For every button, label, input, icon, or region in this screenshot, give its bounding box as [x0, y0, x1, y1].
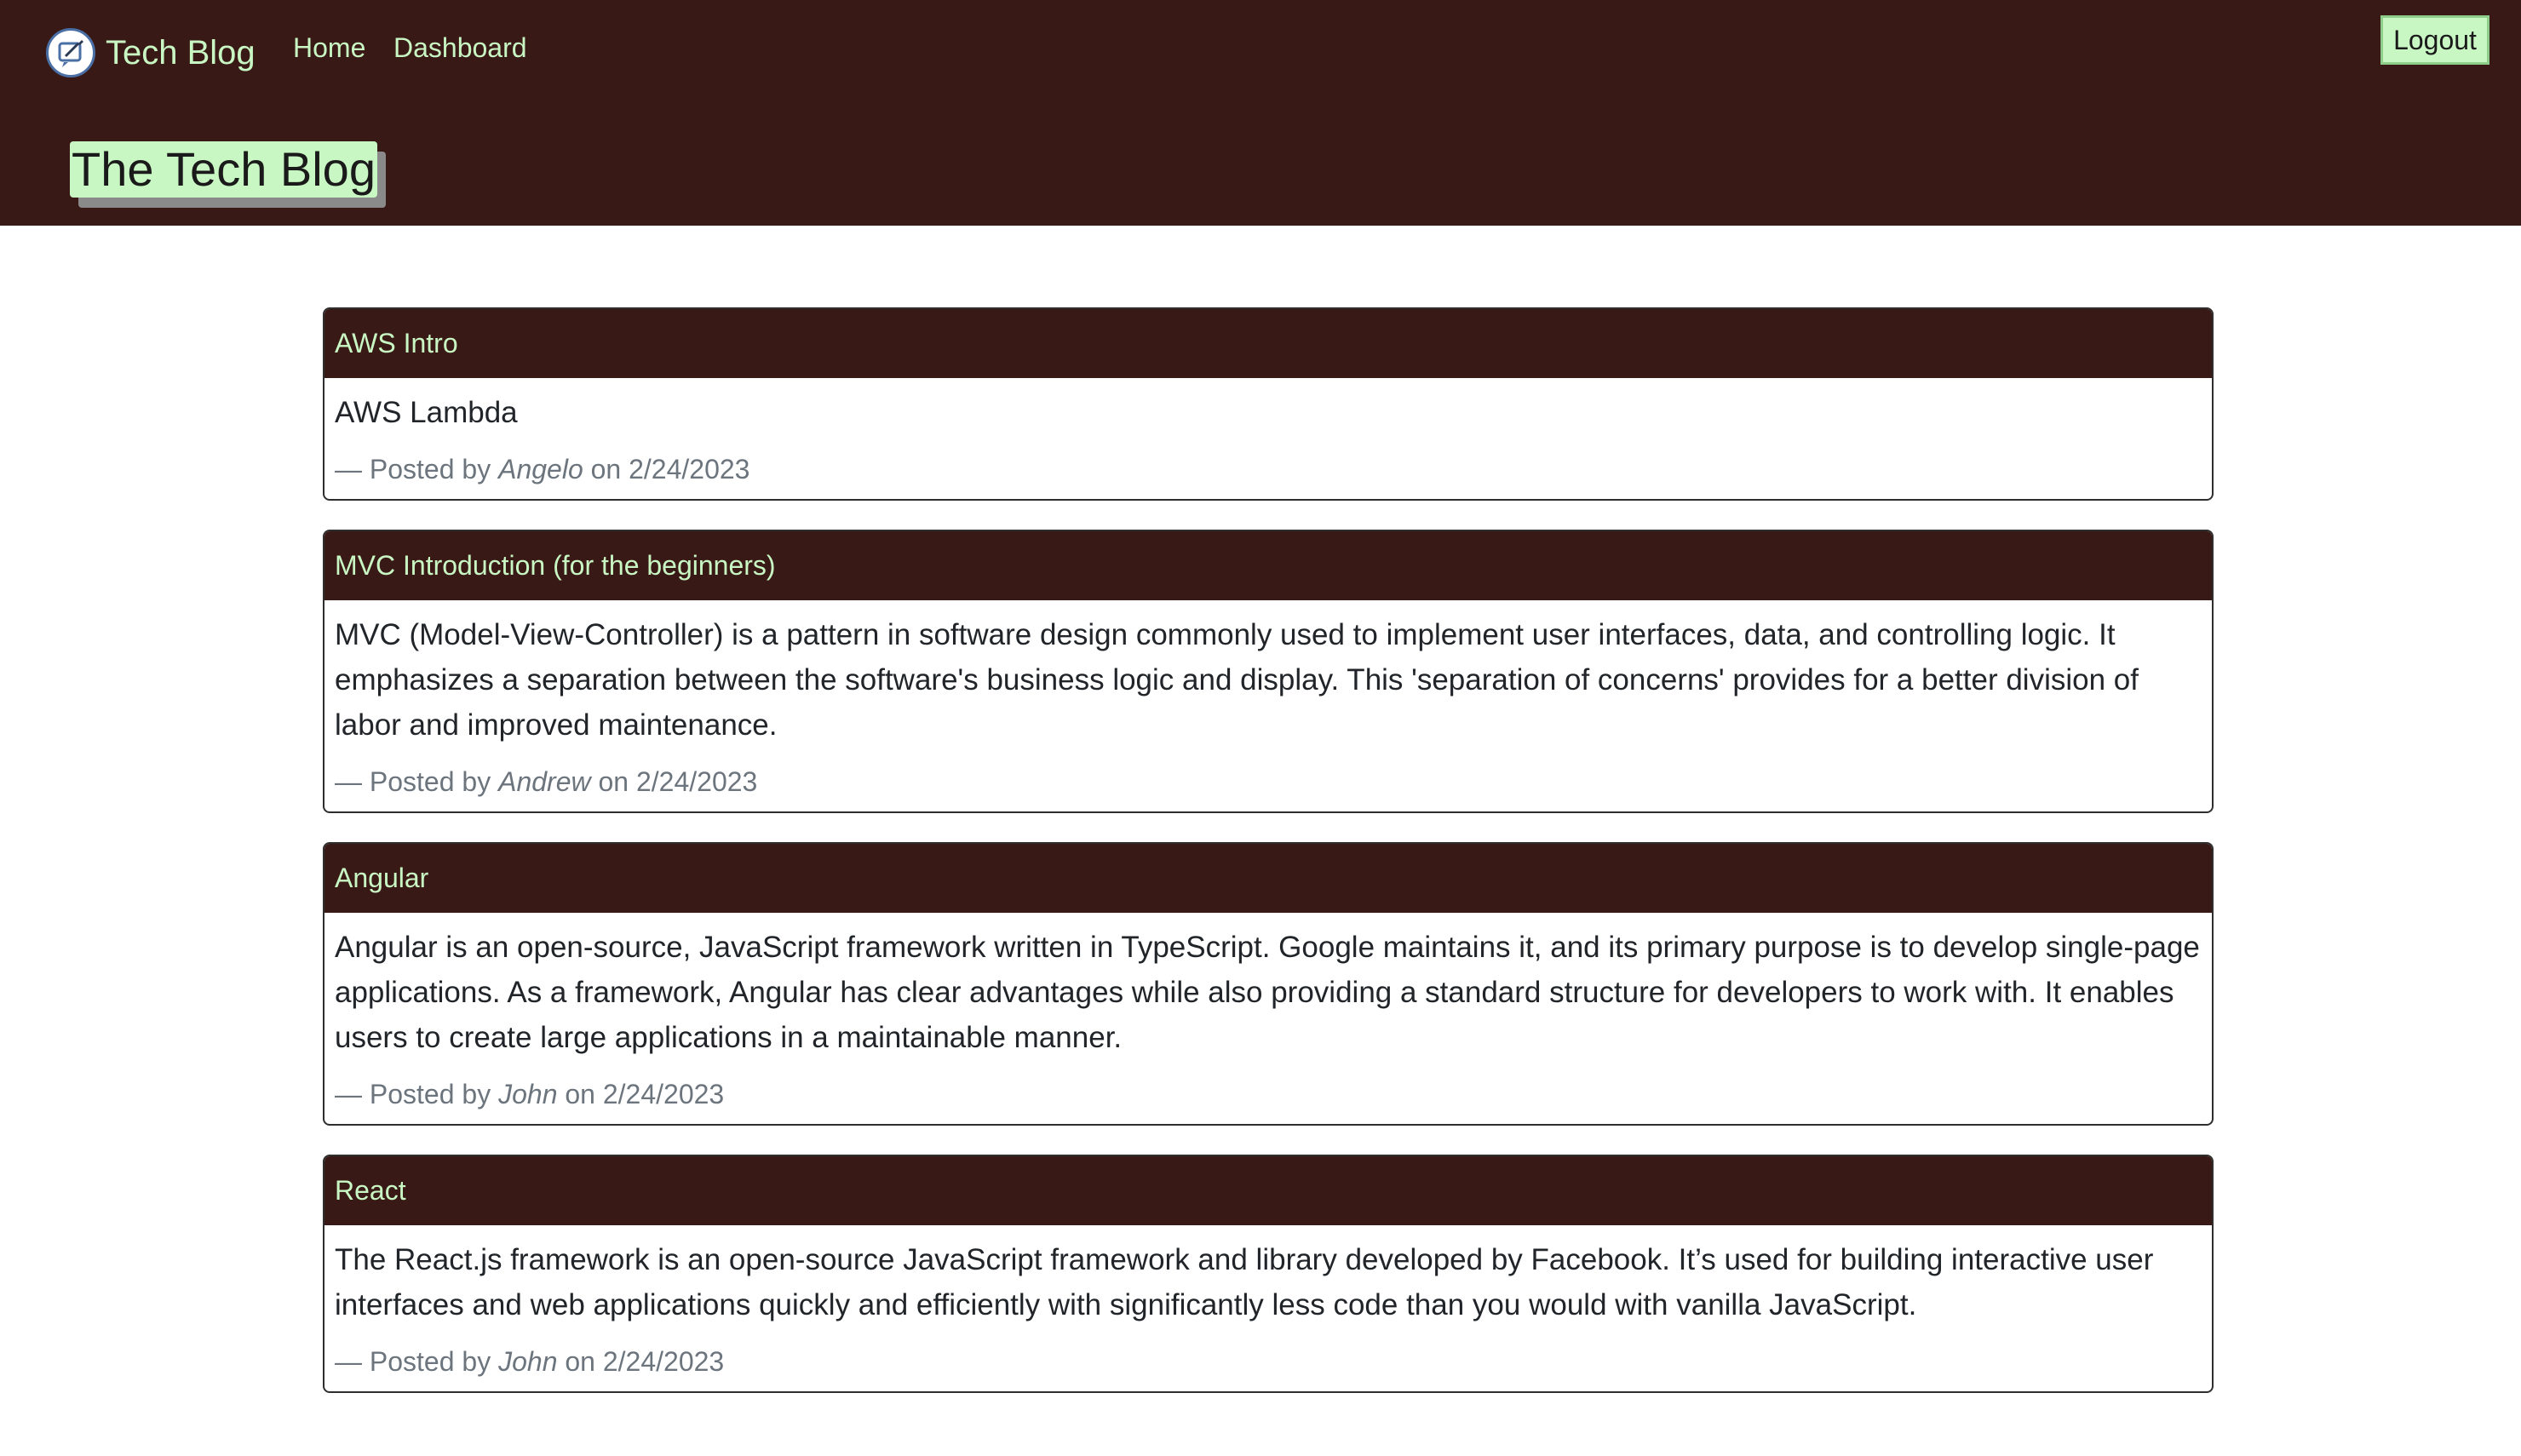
- post-title[interactable]: React: [324, 1156, 2212, 1225]
- blog-logo-icon: [46, 28, 95, 77]
- post-list: AWS Intro AWS Lambda — Posted by Angelo …: [323, 307, 2214, 1422]
- brand-name: Tech Blog: [106, 33, 256, 72]
- logout-button[interactable]: Logout: [2380, 15, 2489, 65]
- post-card[interactable]: React The React.js framework is an open-…: [323, 1155, 2214, 1393]
- post-card[interactable]: Angular Angular is an open-source, JavaS…: [323, 842, 2214, 1126]
- brand-link[interactable]: Tech Blog: [46, 26, 256, 80]
- post-date: 2/24/2023: [602, 1079, 725, 1109]
- post-author: Angelo: [498, 454, 583, 484]
- post-title[interactable]: AWS Intro: [324, 309, 2212, 378]
- post-body: MVC (Model-View-Controller) is a pattern…: [324, 600, 2212, 811]
- top-navbar: Tech Blog Home Dashboard Logout The Tech…: [0, 0, 2521, 226]
- post-title[interactable]: MVC Introduction (for the beginners): [324, 531, 2212, 600]
- post-card[interactable]: AWS Intro AWS Lambda — Posted by Angelo …: [323, 307, 2214, 501]
- post-title[interactable]: Angular: [324, 844, 2212, 913]
- post-card[interactable]: MVC Introduction (for the beginners) MVC…: [323, 530, 2214, 813]
- byline-on: on: [565, 1346, 595, 1377]
- post-byline: — Posted by Angelo on 2/24/2023: [335, 454, 2202, 485]
- byline-prefix: — Posted by: [335, 766, 491, 797]
- byline-on: on: [565, 1079, 595, 1109]
- post-byline: — Posted by John on 2/24/2023: [335, 1079, 2202, 1110]
- post-author: Andrew: [498, 766, 591, 797]
- post-body: Angular is an open-source, JavaScript fr…: [324, 913, 2212, 1124]
- post-author: John: [498, 1079, 558, 1109]
- post-date: 2/24/2023: [602, 1346, 725, 1377]
- post-content: AWS Lambda: [335, 396, 518, 429]
- page-title: The Tech Blog: [70, 141, 377, 198]
- post-byline: — Posted by John on 2/24/2023: [335, 1346, 2202, 1378]
- byline-prefix: — Posted by: [335, 1079, 491, 1109]
- byline-on: on: [590, 454, 622, 484]
- post-byline: — Posted by Andrew on 2/24/2023: [335, 766, 2202, 798]
- post-date: 2/24/2023: [635, 766, 758, 797]
- byline-on: on: [598, 766, 629, 797]
- post-date: 2/24/2023: [629, 454, 750, 484]
- nav-dashboard-link[interactable]: Dashboard: [393, 32, 527, 64]
- post-author: John: [498, 1346, 558, 1377]
- byline-prefix: — Posted by: [335, 1346, 491, 1377]
- post-content: MVC (Model-View-Controller) is a pattern…: [335, 618, 2139, 742]
- post-content: Angular is an open-source, JavaScript fr…: [335, 931, 2200, 1054]
- byline-prefix: — Posted by: [335, 454, 491, 484]
- nav-home-link[interactable]: Home: [293, 32, 365, 64]
- post-content: The React.js framework is an open-source…: [335, 1243, 2154, 1321]
- post-body: AWS Lambda — Posted by Angelo on 2/24/20…: [324, 378, 2212, 499]
- post-body: The React.js framework is an open-source…: [324, 1225, 2212, 1391]
